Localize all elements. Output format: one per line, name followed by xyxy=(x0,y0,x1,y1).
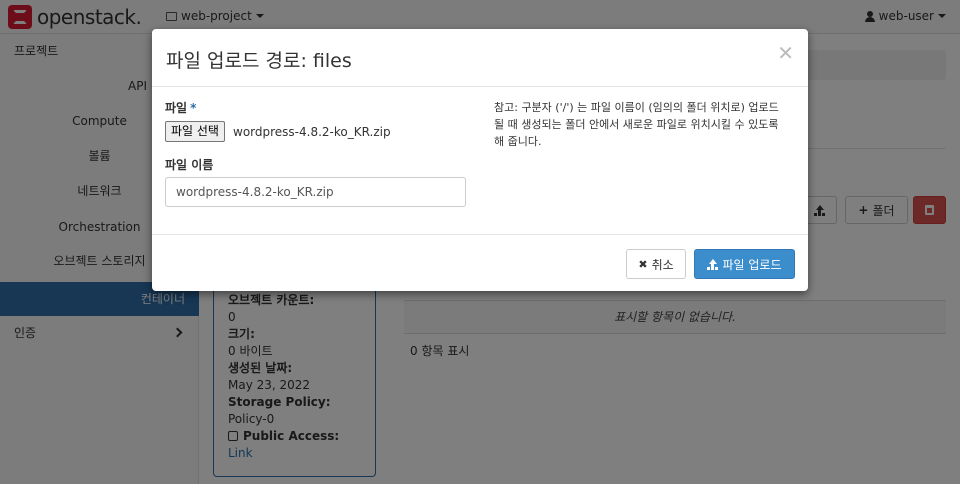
cancel-label: 취소 xyxy=(651,257,674,272)
choose-file-button[interactable]: 파일 선택 xyxy=(165,121,225,142)
modal-header: 파일 업로드 경로: files ✕ xyxy=(152,29,808,87)
modal-footer: ✖ 취소 파일 업로드 xyxy=(152,234,808,291)
upload-file-modal: 파일 업로드 경로: files ✕ 파일 * 파일 선택 wordpress-4… xyxy=(152,29,808,291)
help-text: 참고: 구분자 ('/') 는 파일 이름이 (임의의 폴더 위치로) 업로드 … xyxy=(494,101,779,148)
file-label: 파일 * xyxy=(165,99,196,116)
close-small-icon: ✖ xyxy=(638,257,648,271)
file-name-input[interactable]: wordpress-4.8.2-ko_KR.zip xyxy=(165,177,466,207)
cancel-button[interactable]: ✖ 취소 xyxy=(626,249,686,279)
close-icon[interactable]: ✕ xyxy=(777,41,794,65)
upload-label: 파일 업로드 xyxy=(722,257,782,272)
upload-icon xyxy=(707,258,718,270)
file-label-text: 파일 xyxy=(165,101,188,115)
required-mark: * xyxy=(190,101,197,115)
upload-submit-button[interactable]: 파일 업로드 xyxy=(694,249,795,279)
modal-title: 파일 업로드 경로: files xyxy=(166,50,352,72)
chosen-file-name: wordpress-4.8.2-ko_KR.zip xyxy=(233,125,391,139)
file-name-label: 파일 이름 xyxy=(165,158,214,172)
